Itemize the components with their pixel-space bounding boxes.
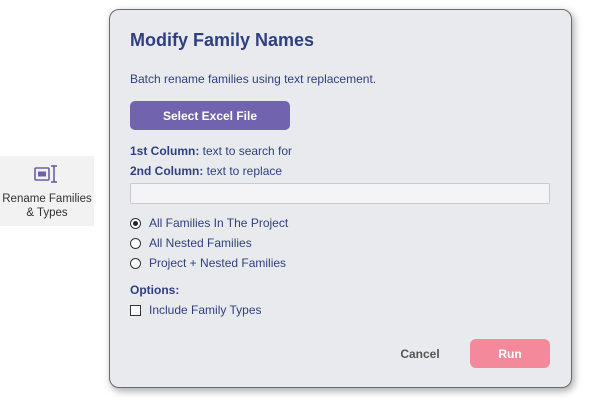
rename-families-ribbon-button[interactable]: Rename Families & Types	[0, 156, 94, 226]
radio-label: Project + Nested Families	[149, 256, 287, 270]
include-family-types-checkbox[interactable]	[130, 304, 141, 316]
modify-family-names-dialog: Modify Family Names Batch rename familie…	[109, 9, 572, 388]
radio-button[interactable]	[130, 257, 141, 269]
column1-hint: 1st Column: text to search for	[130, 144, 292, 158]
dialog-subtitle: Batch rename families using text replace…	[130, 72, 377, 86]
radio-nested-families[interactable]: All Nested Families	[130, 236, 252, 250]
column2-text: text to replace	[203, 164, 283, 178]
select-excel-file-button[interactable]: Select Excel File	[130, 101, 290, 130]
include-family-types-label: Include Family Types	[149, 303, 262, 317]
radio-button[interactable]	[130, 217, 141, 229]
radio-all-families[interactable]: All Families In The Project	[130, 216, 288, 230]
radio-button[interactable]	[130, 237, 141, 249]
cancel-button[interactable]: Cancel	[385, 340, 455, 368]
rename-icon	[34, 165, 57, 183]
radio-label: All Families In The Project	[149, 216, 289, 230]
ribbon-button-label: Rename Families & Types	[2, 193, 92, 219]
include-family-types-option[interactable]: Include Family Types	[130, 303, 262, 317]
column1-label: 1st Column:	[130, 144, 200, 158]
dialog-title: Modify Family Names	[130, 30, 315, 50]
run-button[interactable]: Run	[470, 339, 550, 368]
column2-label: 2nd Column:	[130, 164, 204, 178]
options-heading: Options:	[130, 283, 180, 297]
radio-label: All Nested Families	[149, 236, 252, 250]
file-path-input[interactable]	[130, 183, 550, 204]
radio-project-nested-families[interactable]: Project + Nested Families	[130, 256, 286, 270]
column2-hint: 2nd Column: text to replace	[130, 164, 282, 178]
column1-text: text to search for	[199, 144, 293, 158]
